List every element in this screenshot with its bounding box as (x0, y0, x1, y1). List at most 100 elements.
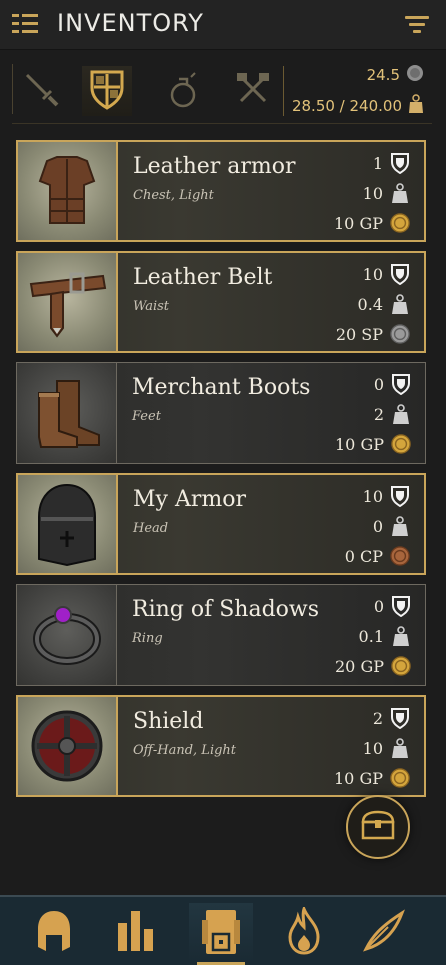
list-item[interactable]: Leather Belt Waist 10 0.4 20 SP (16, 251, 426, 353)
price-value: 10 GP (334, 768, 383, 788)
item-slot: Off-Hand, Light (133, 743, 237, 758)
gold-coin-icon (390, 212, 410, 234)
bottom-nav (0, 895, 446, 965)
item-slot: Head (133, 521, 169, 536)
copper-coin-icon (390, 545, 410, 567)
shield-icon (87, 68, 127, 114)
silver-coin-icon (390, 323, 410, 345)
silver-coin-icon (406, 64, 424, 86)
item-thumbnail (18, 475, 118, 573)
gold-coin-icon (391, 433, 411, 455)
weight-value: 10 (362, 183, 383, 203)
leather-armor-icon (38, 156, 96, 224)
bars-icon (114, 909, 158, 957)
carry-weight-value: 28.50 / 240.00 (291, 97, 402, 115)
quill-icon (362, 909, 406, 957)
weight-icon (390, 515, 410, 537)
armor-value: 0 (373, 374, 384, 394)
divider (283, 66, 284, 116)
weight-value: 10 (362, 738, 383, 758)
potion-icon (165, 69, 205, 113)
item-thumbnail (17, 363, 117, 463)
page-title: INVENTORY (57, 9, 204, 37)
weight-value: 0.4 (357, 294, 383, 314)
item-name: Leather armor (133, 154, 296, 179)
item-name: Merchant Boots (132, 375, 311, 400)
weight-icon (391, 403, 411, 425)
item-slot: Feet (132, 409, 161, 424)
item-name: My Armor (133, 487, 246, 512)
helmet-icon (38, 483, 96, 567)
gold-coin-icon (390, 767, 410, 789)
armor-value: 10 (362, 486, 383, 506)
flame-icon (284, 904, 324, 959)
backpack-icon (200, 906, 242, 960)
shield-icon (390, 152, 410, 174)
weight-value: 0 (372, 516, 383, 536)
filter-icon[interactable] (404, 14, 430, 36)
weight-value: 2 (373, 404, 384, 424)
shield-icon (390, 707, 410, 729)
item-thumbnail (18, 253, 118, 351)
item-name: Leather Belt (133, 265, 273, 290)
gold-coin-icon (391, 655, 411, 677)
sword-icon (21, 69, 61, 113)
price-value: 20 SP (335, 324, 383, 344)
price-value: 10 GP (334, 213, 383, 233)
item-thumbnail (17, 585, 117, 685)
list-item[interactable]: Shield Off-Hand, Light 2 10 10 GP (16, 695, 426, 797)
category-bar: 24.5 28.50 / 240.00 (12, 58, 432, 124)
boots-icon (37, 380, 100, 448)
treasure-chest-button[interactable] (346, 795, 410, 859)
ring-icon (32, 606, 101, 665)
coin-total: 24.5 (367, 64, 424, 86)
nav-inventory[interactable] (189, 903, 253, 965)
armor-value: 10 (362, 264, 383, 284)
nav-stats[interactable] (104, 903, 168, 963)
weight-icon (391, 625, 411, 647)
carry-weight: 28.50 / 240.00 (292, 94, 424, 118)
weight-icon (390, 182, 410, 204)
weight-icon (408, 94, 424, 118)
shield-icon (391, 595, 411, 617)
nav-character[interactable] (22, 903, 86, 963)
weight-icon (390, 293, 410, 315)
list-item[interactable]: My Armor Head 10 0 0 CP (16, 473, 426, 575)
tab-armor[interactable] (82, 66, 132, 116)
tab-potions[interactable] (160, 66, 210, 116)
tools-icon (233, 69, 273, 113)
app-header: INVENTORY (0, 0, 446, 50)
item-thumbnail (18, 697, 118, 795)
tab-tools[interactable] (228, 66, 278, 116)
weight-icon (390, 737, 410, 759)
list-item[interactable]: Leather armor Chest, Light 1 10 10 GP (16, 140, 426, 242)
item-name: Shield (133, 709, 204, 734)
nav-notes[interactable] (352, 903, 416, 963)
coin-total-value: 24.5 (366, 66, 400, 84)
divider (12, 64, 13, 114)
item-slot: Ring (132, 631, 163, 646)
shield-icon (390, 263, 410, 285)
list-item[interactable]: Ring of Shadows Ring 0 0.1 20 GP (16, 584, 426, 686)
round-shield-icon (31, 710, 103, 782)
shield-icon (391, 373, 411, 395)
item-slot: Waist (133, 299, 170, 314)
hamburger-icon[interactable] (10, 12, 40, 36)
helmet-icon (35, 909, 73, 957)
item-slot: Chest, Light (133, 188, 214, 203)
price-value: 20 GP (335, 656, 384, 676)
item-name: Ring of Shadows (132, 597, 320, 622)
leather-belt-icon (29, 272, 107, 338)
tab-weapons[interactable] (16, 66, 66, 116)
treasure-chest-icon (361, 810, 395, 844)
item-thumbnail (18, 142, 118, 240)
nav-spells[interactable] (272, 903, 336, 963)
armor-value: 1 (372, 153, 383, 173)
armor-value: 0 (373, 596, 384, 616)
armor-value: 2 (372, 708, 383, 728)
weight-value: 0.1 (358, 626, 384, 646)
price-value: 0 CP (344, 546, 383, 566)
list-item[interactable]: Merchant Boots Feet 0 2 10 GP (16, 362, 426, 464)
price-value: 10 GP (335, 434, 384, 454)
shield-icon (390, 485, 410, 507)
